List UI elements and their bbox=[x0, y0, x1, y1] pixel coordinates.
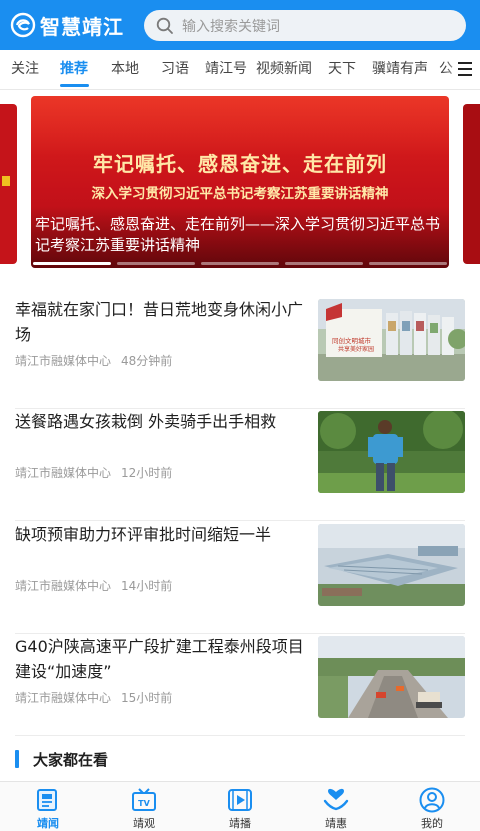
tab-local[interactable]: 本地 bbox=[111, 50, 139, 89]
play-icon bbox=[228, 789, 252, 811]
news-thumbnail bbox=[318, 524, 465, 606]
heart-hands-icon bbox=[323, 788, 349, 811]
news-time: 15小时前 bbox=[121, 691, 173, 705]
nav-label: 靖闻 bbox=[37, 817, 59, 830]
nav-label: 靖播 bbox=[229, 817, 251, 830]
nav-label: 靖观 bbox=[133, 817, 155, 830]
news-title: 幸福就在家门口！昔日荒地变身休闲小广场 bbox=[15, 300, 304, 344]
nav-item-jinghui[interactable]: 靖惠 bbox=[288, 782, 384, 831]
svg-text:同创文明城市: 同创文明城市 bbox=[332, 336, 372, 345]
banner-carousel[interactable]: 牢记嘱托、感恩奋进、走在前列 深入学习贯彻习近平总书记考察江苏重要讲话精神 牢记… bbox=[0, 96, 480, 268]
nav-item-mine[interactable]: 我的 bbox=[384, 782, 480, 831]
nav-label: 靖惠 bbox=[325, 817, 347, 830]
news-title: 送餐路遇女孩栽倒 外卖骑手出手相救 bbox=[15, 412, 277, 431]
news-meta: 靖江市融媒体中心 14小时前 bbox=[15, 577, 172, 594]
carousel-indicators bbox=[33, 262, 447, 265]
app-name: 智慧靖江 bbox=[40, 14, 124, 39]
banner-subline: 深入学习贯彻习近平总书记考察江苏重要讲话精神 bbox=[91, 186, 389, 202]
tab-video-news[interactable]: 视频新闻 bbox=[256, 50, 312, 89]
tab-jijing-audio[interactable]: 骥靖有声 bbox=[372, 50, 428, 89]
bottom-nav: 靖闻 TV 靖观 靖播 靖惠 我的 bbox=[0, 781, 480, 831]
carousel-dot[interactable] bbox=[201, 262, 279, 265]
banner-caption: 牢记嘱托、感恩奋进、走在前列——深入学习贯彻习近平总书记考察江苏重要讲话精神 bbox=[35, 215, 441, 254]
news-thumbnail bbox=[318, 411, 465, 493]
app-header: 智慧靖江 输入搜索关键词 bbox=[0, 0, 480, 50]
carousel-dot[interactable] bbox=[369, 262, 447, 265]
news-source: 靖江市融媒体中心 bbox=[15, 466, 112, 480]
news-title: 缺项预审助力环评审批时间缩短一半 bbox=[15, 525, 272, 544]
news-title: G40沪陕高速平广段扩建工程泰州段项目建设“加速度” bbox=[15, 637, 304, 681]
app-logo: 智慧靖江 bbox=[10, 11, 140, 40]
user-icon bbox=[419, 787, 445, 813]
news-meta: 靖江市融媒体中心 12小时前 bbox=[15, 464, 172, 481]
tab-world[interactable]: 天下 bbox=[328, 50, 356, 89]
banner-slide[interactable]: 牢记嘱托、感恩奋进、走在前列 深入学习贯彻习近平总书记考察江苏重要讲话精神 牢记… bbox=[31, 96, 449, 268]
news-meta: 靖江市融媒体中心 15小时前 bbox=[15, 689, 172, 706]
nav-item-jingguan[interactable]: TV 靖观 bbox=[96, 782, 192, 831]
svg-text:共享美好家园: 共享美好家园 bbox=[338, 345, 374, 353]
active-tab-indicator bbox=[60, 84, 89, 87]
search-placeholder: 输入搜索关键词 bbox=[182, 18, 280, 35]
section-header: 大家都在看 bbox=[15, 746, 108, 772]
news-time: 14小时前 bbox=[121, 579, 173, 593]
carousel-dot[interactable] bbox=[117, 262, 195, 265]
news-item[interactable]: G40沪陕高速平广段扩建工程泰州段项目建设“加速度” 靖江市融媒体中心 15小时前 bbox=[15, 634, 465, 736]
nav-label: 我的 bbox=[421, 817, 443, 830]
more-channels-icon[interactable] bbox=[458, 62, 472, 78]
section-accent-bar bbox=[15, 750, 19, 768]
logo-icon bbox=[10, 12, 36, 38]
news-time: 12小时前 bbox=[121, 466, 173, 480]
previous-slide-peek[interactable] bbox=[0, 104, 17, 264]
tab-jingjiang-hao[interactable]: 靖江号 bbox=[205, 50, 247, 89]
news-time: 48分钟前 bbox=[121, 354, 173, 368]
tab-follow[interactable]: 关注 bbox=[11, 50, 39, 89]
nav-item-jingbo[interactable]: 靖播 bbox=[192, 782, 288, 831]
carousel-dot[interactable] bbox=[33, 262, 111, 265]
tv-icon: TV bbox=[132, 788, 156, 811]
news-source: 靖江市融媒体中心 bbox=[15, 354, 112, 368]
search-icon bbox=[156, 17, 173, 34]
next-slide-peek[interactable] bbox=[463, 104, 480, 264]
news-source: 靖江市融媒体中心 bbox=[15, 579, 112, 593]
nav-item-jingwen[interactable]: 靖闻 bbox=[0, 782, 96, 831]
newspaper-icon bbox=[37, 789, 57, 811]
search-input[interactable]: 输入搜索关键词 bbox=[144, 10, 466, 41]
news-item[interactable]: 幸福就在家门口！昔日荒地变身休闲小广场 靖江市融媒体中心 48分钟前 同创文明城市… bbox=[15, 297, 465, 409]
section-title: 大家都在看 bbox=[33, 750, 109, 769]
news-meta: 靖江市融媒体中心 48分钟前 bbox=[15, 352, 172, 369]
news-thumbnail bbox=[318, 636, 465, 718]
banner-headline: 牢记嘱托、感恩奋进、走在前列 bbox=[93, 152, 387, 176]
news-thumbnail: 同创文明城市 共享美好家园 bbox=[318, 299, 465, 381]
news-item[interactable]: 送餐路遇女孩栽倒 外卖骑手出手相救 靖江市融媒体中心 12小时前 bbox=[15, 409, 465, 521]
channel-tabs: 关注 推荐 本地 习语 靖江号 视频新闻 天下 骥靖有声 公 bbox=[0, 50, 480, 90]
news-item[interactable]: 缺项预审助力环评审批时间缩短一半 靖江市融媒体中心 14小时前 bbox=[15, 522, 465, 634]
news-source: 靖江市融媒体中心 bbox=[15, 691, 112, 705]
svg-text:TV: TV bbox=[138, 799, 150, 808]
carousel-dot[interactable] bbox=[285, 262, 363, 265]
tab-xiyu[interactable]: 习语 bbox=[161, 50, 189, 89]
